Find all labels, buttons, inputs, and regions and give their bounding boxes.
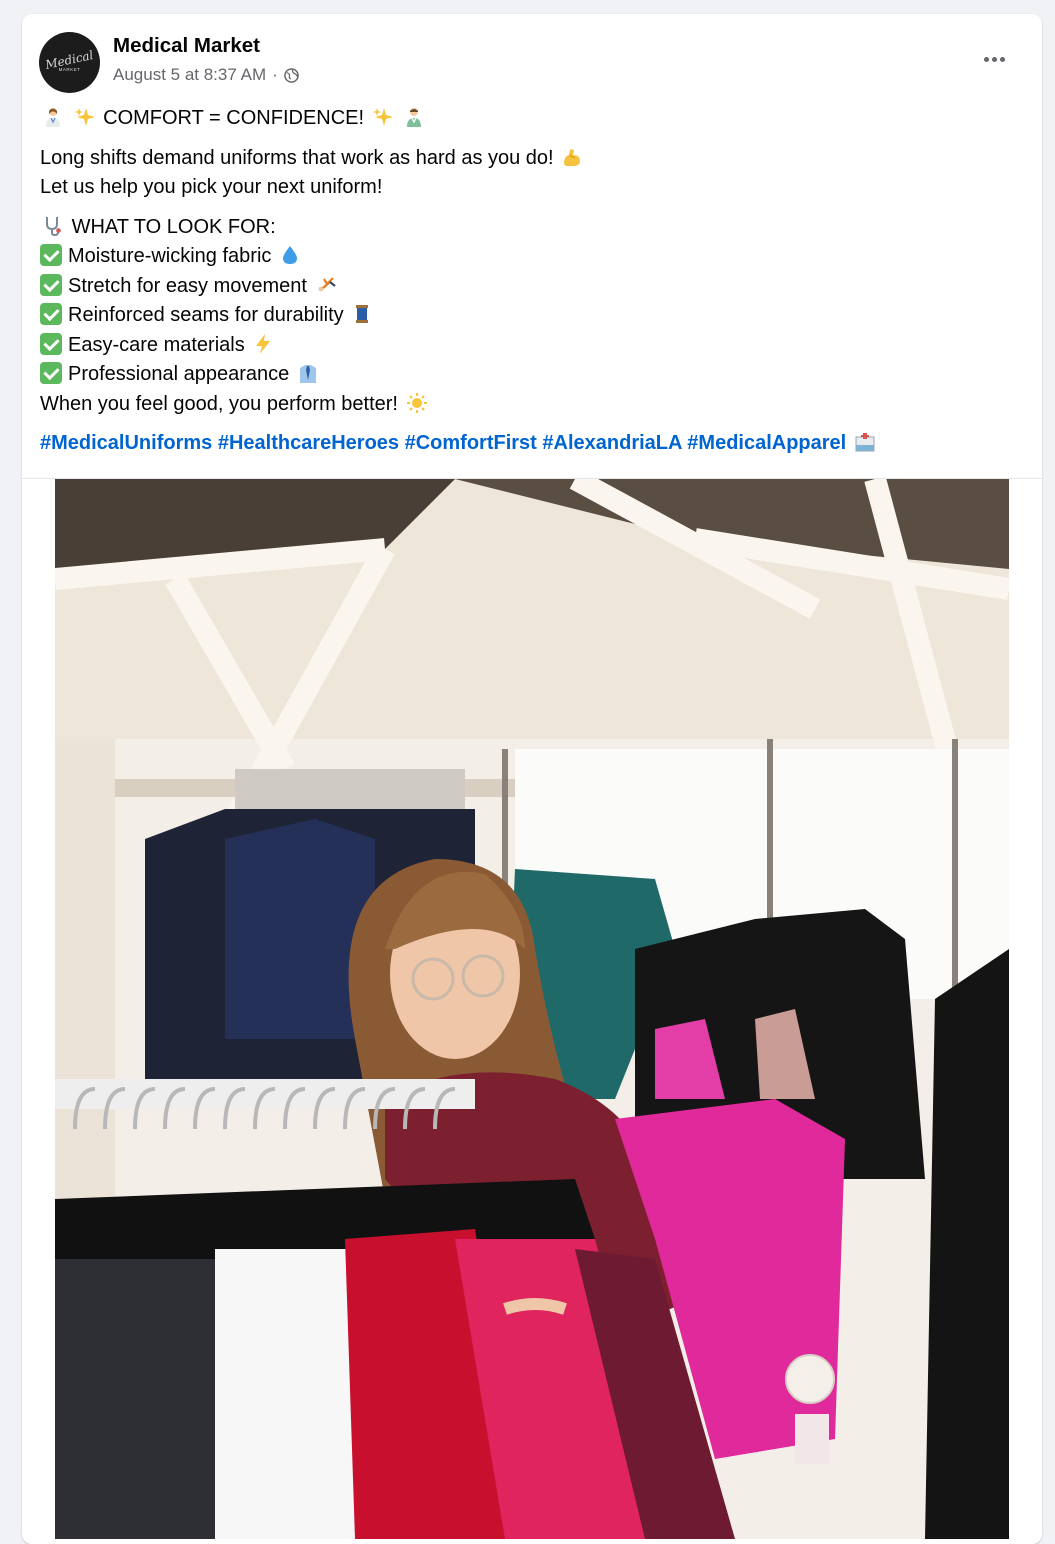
- check-mark-icon: [40, 362, 62, 384]
- checklist-item-text: Easy-care materials: [68, 333, 245, 356]
- checklist-item: Stretch for easy movement: [40, 272, 1030, 302]
- stethoscope-icon: [46, 216, 61, 236]
- hashtag-link[interactable]: #MedicalApparel: [687, 432, 846, 454]
- post-message: COMFORT = CONFIDENCE! Long shifts demand…: [40, 104, 1030, 459]
- headline-paragraph: COMFORT = CONFIDENCE!: [40, 104, 1030, 134]
- checklist-heading-line: WHAT TO LOOK FOR:: [40, 213, 1030, 243]
- post-photo[interactable]: [55, 479, 1009, 1539]
- photo-woman-browsing-scrubs: [55, 479, 1009, 1539]
- droplet-icon: [282, 246, 297, 264]
- closing-line: When you feel good, you perform better!: [40, 390, 1030, 420]
- facebook-post-card: Medical MARKET Medical Market August 5 a…: [22, 14, 1042, 1544]
- meta-separator: ·: [272, 65, 278, 84]
- sparkles-icon: [74, 108, 95, 126]
- necktie-shirt-icon: [299, 365, 316, 383]
- lightning-icon: [256, 333, 271, 354]
- checklist-heading: WHAT TO LOOK FOR:: [71, 215, 276, 238]
- page-name-link[interactable]: Medical Market: [113, 34, 260, 58]
- cartwheel-icon: [318, 276, 336, 291]
- hashtag-link[interactable]: #AlexandriaLA: [542, 432, 681, 454]
- sparkles-icon: [372, 108, 393, 126]
- post-header: Medical MARKET Medical Market August 5 a…: [22, 14, 1042, 104]
- hospital-icon: [855, 433, 875, 452]
- more-dot: [983, 56, 989, 62]
- check-mark-icon: [40, 244, 62, 266]
- hashtag-link[interactable]: #ComfortFirst: [405, 432, 537, 454]
- hashtag-link[interactable]: #MedicalUniforms: [40, 432, 212, 454]
- more-options-button[interactable]: [976, 44, 1012, 74]
- more-dot: [991, 56, 997, 62]
- thread-spool-icon: [356, 305, 369, 323]
- checklist-item: Professional appearance: [40, 360, 1030, 390]
- more-dot: [999, 56, 1005, 62]
- man-health-worker-icon: [407, 108, 422, 127]
- checklist-item: Reinforced seams for durability: [40, 301, 1030, 331]
- globe-icon[interactable]: [283, 67, 299, 83]
- checklist-item: Moisture-wicking fabric: [40, 242, 1030, 272]
- intro-line-1: Long shifts demand uniforms that work as…: [40, 144, 1030, 174]
- hashtag-link[interactable]: #HealthcareHeroes: [218, 432, 399, 454]
- flexed-biceps-icon: [564, 148, 581, 166]
- checklist-item-text: Reinforced seams for durability: [68, 304, 344, 326]
- intro-text-1: Long shifts demand uniforms that work as…: [40, 146, 554, 169]
- check-mark-icon: [40, 332, 62, 355]
- checklist-item-text: Moisture-wicking fabric: [68, 245, 272, 267]
- checklist-item-text: Professional appearance: [68, 363, 290, 385]
- check-mark-icon: [40, 303, 62, 325]
- check-mark-icon: [40, 273, 62, 296]
- intro-paragraph: Long shifts demand uniforms that work as…: [40, 144, 1030, 203]
- checklist-item: Easy-care materials: [40, 331, 1030, 361]
- woman-health-worker-icon: [46, 108, 60, 127]
- checklist-item-text: Stretch for easy movement: [68, 274, 307, 297]
- hashtag-line: #MedicalUniforms #HealthcareHeroes #Comf…: [40, 429, 1030, 459]
- headline-text: COMFORT = CONFIDENCE!: [103, 107, 365, 129]
- post-meta: August 5 at 8:37 AM ·: [113, 65, 299, 85]
- headline-line: COMFORT = CONFIDENCE!: [40, 104, 1030, 134]
- page-avatar[interactable]: Medical MARKET: [39, 32, 100, 93]
- glowing-sun-icon: [406, 392, 427, 413]
- intro-line-2: Let us help you pick your next uniform!: [40, 176, 383, 198]
- post-timestamp[interactable]: August 5 at 8:37 AM: [113, 65, 266, 85]
- checklist-paragraph: WHAT TO LOOK FOR: Moisture-wicking fabri…: [40, 213, 1030, 420]
- closing-text: When you feel good, you perform better!: [40, 392, 398, 415]
